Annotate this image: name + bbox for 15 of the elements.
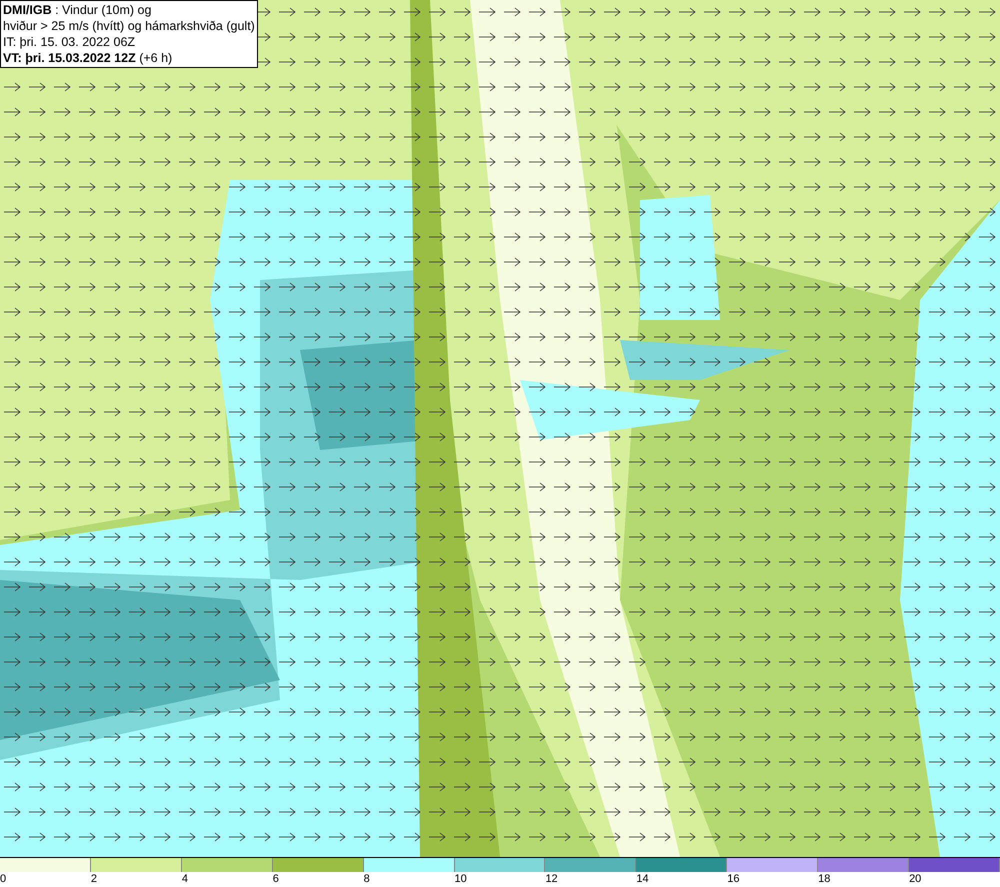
legend-label: 16	[727, 872, 740, 886]
legend-label: 0	[0, 872, 6, 886]
legend-label: 4	[182, 872, 188, 886]
info-text: VT: þri. 15.03.2022 12Z (+6 h)	[3, 50, 174, 66]
legend-label: 18	[818, 872, 830, 886]
info-text: IT: þri. 15. 03. 2022 06Z	[3, 34, 136, 50]
info-text: hviður > 25 m/s (hvítt) og hámarkshviða (gult)	[3, 18, 255, 34]
legend-label: 2	[90, 872, 98, 886]
legend-label: 8	[364, 872, 370, 886]
info-text: DMI/IGB : Vindur (10m) og	[3, 2, 152, 18]
legend-label: 20	[909, 872, 922, 886]
legend-label: 10	[454, 872, 467, 886]
legend-label: 12	[545, 872, 558, 886]
legend-label: 6	[272, 872, 279, 886]
legend-label: 14	[636, 872, 649, 886]
